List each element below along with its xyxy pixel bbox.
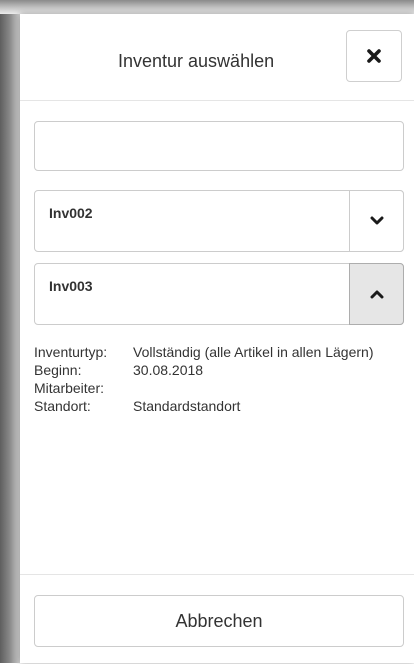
inventory-name: Inv003 — [49, 278, 93, 294]
inventory-name: Inv002 — [49, 205, 93, 221]
detail-label: Inventurtyp: — [34, 344, 108, 360]
detail-row-start: Beginn: 30.08.2018 — [34, 361, 404, 379]
close-icon — [367, 49, 381, 63]
collapse-toggle-button[interactable] — [349, 263, 404, 325]
cancel-button[interactable]: Abbrechen — [34, 595, 404, 647]
detail-row-employee: Mitarbeiter: — [34, 379, 404, 397]
detail-value — [133, 379, 404, 397]
dialog-header: Inventur auswählen — [20, 14, 414, 101]
detail-value: 30.08.2018 — [133, 362, 204, 378]
detail-label: Standort: — [34, 398, 91, 414]
inventory-item-inv003[interactable]: Inv003 — [34, 263, 404, 325]
dialog-title: Inventur auswählen — [118, 51, 275, 71]
detail-value: Standardstandort — [133, 398, 241, 414]
background-overlay-left — [0, 0, 20, 663]
select-inventory-dialog: Inventur auswählen Inv002 Inv003 Inventu… — [20, 14, 414, 663]
close-button[interactable] — [346, 30, 402, 82]
detail-row-location: Standort: Standardstandort — [34, 397, 404, 415]
inventory-details: Inventurtyp: Vollständig (alle Artikel i… — [34, 343, 404, 415]
search-input[interactable] — [34, 121, 404, 171]
chevron-down-icon — [370, 216, 383, 225]
detail-label: Mitarbeiter: — [34, 380, 105, 396]
inventory-item-inv002[interactable]: Inv002 — [34, 190, 404, 252]
chevron-up-icon — [370, 290, 383, 299]
detail-label: Beginn: — [34, 362, 82, 378]
detail-row-type: Inventurtyp: Vollständig (alle Artikel i… — [34, 343, 404, 361]
expand-toggle-button[interactable] — [349, 190, 404, 252]
background-overlay-top — [0, 0, 414, 14]
detail-value: Vollständig (alle Artikel in allen Läger… — [133, 344, 374, 360]
dialog-footer: Abbrechen — [20, 574, 414, 664]
